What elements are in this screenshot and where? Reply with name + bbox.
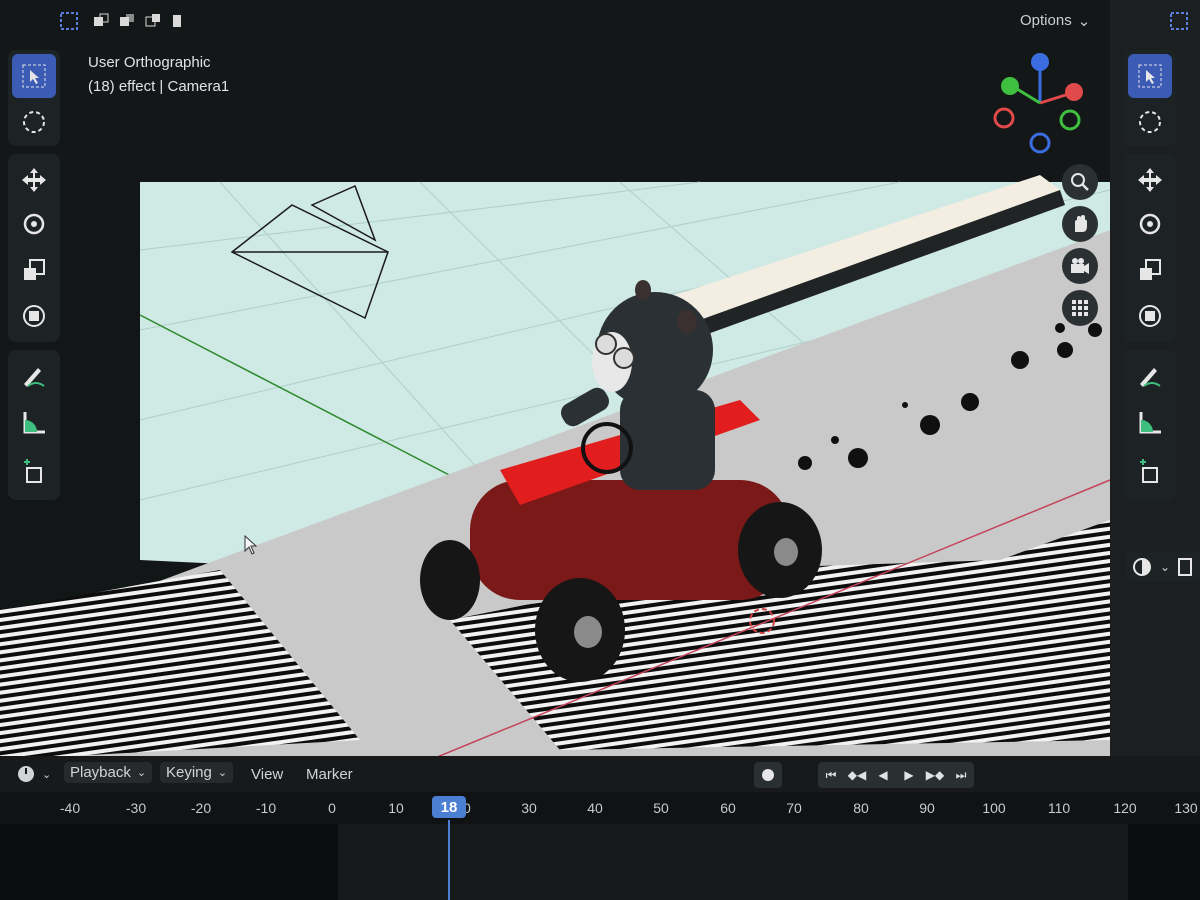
select-box-right-icon[interactable] [1128, 54, 1172, 98]
rotate-tool-icon[interactable] [12, 202, 56, 246]
options-label: Options [1020, 12, 1072, 29]
tick-label: -10 [255, 800, 277, 816]
shading-icon [1133, 558, 1151, 576]
mouse-pointer-icon [244, 535, 258, 555]
annotate-tool-icon[interactable] [12, 354, 56, 398]
select-mode-icon[interactable] [58, 10, 80, 32]
overlay-icon [1178, 558, 1193, 576]
keying-label: Keying [166, 764, 212, 781]
jump-end-icon[interactable]: ⏭ [948, 762, 974, 788]
tick-label: 80 [853, 800, 869, 816]
measure-tool-icon[interactable] [12, 400, 56, 444]
measure-tool-right-icon[interactable] [1128, 400, 1172, 444]
chevron-down-icon: ⌄ [1160, 560, 1171, 574]
playback-controls: ⏮ ◆◀ ◀ ▶ ▶◆ ⏭ [818, 762, 974, 788]
options-menu[interactable]: Options ⌄ [1020, 12, 1090, 30]
select-box-icon[interactable] [12, 54, 56, 98]
next-keyframe-icon[interactable]: ▶◆ [922, 762, 948, 788]
tick-label: 100 [982, 800, 1006, 816]
tick-label: 50 [653, 800, 669, 816]
view-name: User Orthographic [88, 54, 211, 71]
object-info: (18) effect | Camera1 [88, 78, 230, 95]
rotate-tool-right-icon[interactable] [1128, 202, 1172, 246]
add-cube-icon[interactable] [12, 450, 56, 494]
shading-dropdown[interactable]: ⌄ [1126, 552, 1200, 582]
frame-range [338, 824, 1128, 900]
frame-ruler[interactable]: -40 -30 -20 -10 0 10 20 30 40 50 60 70 8… [0, 792, 1200, 824]
tick-label: 40 [587, 800, 603, 816]
scale-tool-right-icon[interactable] [1128, 248, 1172, 292]
prev-keyframe-icon[interactable]: ◆◀ [844, 762, 870, 788]
playback-menu[interactable]: Playback ⌄ [64, 762, 153, 783]
hand-icon[interactable] [1062, 206, 1098, 242]
chevron-down-icon: ⌄ [42, 768, 52, 781]
current-frame-indicator[interactable]: 18 [432, 796, 466, 818]
play-reverse-icon[interactable]: ◀ [870, 762, 896, 788]
annotate-tool-right-icon[interactable] [1128, 354, 1172, 398]
keying-menu[interactable]: Keying ⌄ [160, 762, 234, 783]
move-tool-right-icon[interactable] [1128, 158, 1172, 202]
view-label: View [251, 766, 284, 783]
cursor-tool-right-icon[interactable] [1128, 100, 1172, 144]
move-tool-icon[interactable] [12, 158, 56, 202]
chevron-down-icon: ⌄ [217, 767, 228, 779]
tick-label: 120 [1113, 800, 1137, 816]
transform-tool-icon[interactable] [12, 294, 56, 338]
chevron-down-icon: ⌄ [1077, 13, 1091, 30]
chevron-down-icon: ⌄ [136, 767, 147, 779]
grid-icon[interactable] [1062, 290, 1098, 326]
transform-tool-right-icon[interactable] [1128, 294, 1172, 338]
viewport-header: Options ⌄ [0, 0, 1200, 40]
scale-tool-icon[interactable] [12, 248, 56, 292]
timeline-header: ⌄ Playback ⌄ Keying ⌄ View Marker ⏮ ◆◀ ◀… [0, 756, 1200, 792]
playback-label: Playback [70, 764, 131, 781]
record-icon [762, 769, 774, 781]
navigation-gizmo[interactable] [990, 48, 1090, 158]
mode-invert-icon[interactable] [166, 10, 188, 32]
zoom-icon[interactable] [1062, 164, 1098, 200]
tick-label: 110 [1047, 800, 1071, 816]
mode-set-icon[interactable] [90, 10, 112, 32]
record-button[interactable] [754, 762, 782, 788]
tick-label: -40 [59, 800, 81, 816]
add-cube-right-icon[interactable] [1128, 450, 1172, 494]
view-menu[interactable]: View [251, 766, 283, 783]
cursor-tool-icon[interactable] [12, 100, 56, 144]
jump-start-icon[interactable]: ⏮ [818, 762, 844, 788]
camera-icon[interactable] [1062, 248, 1098, 284]
select-mode-right-icon[interactable] [1168, 10, 1190, 32]
marker-menu[interactable]: Marker [306, 766, 353, 783]
tick-label: 60 [720, 800, 736, 816]
mode-subtract-icon[interactable] [142, 10, 164, 32]
play-icon[interactable]: ▶ [896, 762, 922, 788]
tick-label: 0 [328, 800, 336, 816]
tick-label: -20 [190, 800, 212, 816]
tick-label: 30 [521, 800, 537, 816]
playhead[interactable] [448, 820, 450, 900]
marker-label: Marker [306, 766, 353, 783]
mode-extend-icon[interactable] [116, 10, 138, 32]
tick-label: -30 [125, 800, 147, 816]
clock-icon [18, 766, 34, 782]
tick-label: 10 [388, 800, 404, 816]
3d-viewport[interactable]: Options ⌄ User Orthographic (18) effect … [0, 0, 1200, 760]
editor-type-menu[interactable]: ⌄ [16, 764, 51, 784]
tick-label: 130 [1174, 800, 1198, 816]
tick-label: 70 [786, 800, 802, 816]
tick-label: 90 [919, 800, 935, 816]
